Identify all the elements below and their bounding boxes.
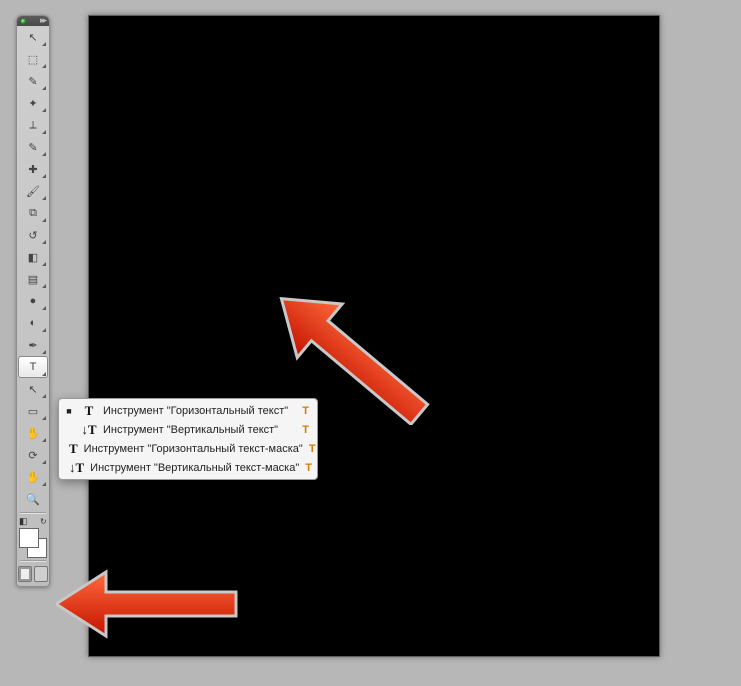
flyout-indicator-icon (42, 460, 46, 464)
history-brush-tool[interactable]: ↺ (18, 224, 48, 246)
flyout-indicator-icon (42, 152, 46, 156)
type-tool-icon: T (69, 441, 78, 457)
pen-tool[interactable]: ✒ (18, 334, 48, 356)
screen-mode (17, 566, 49, 582)
flyout-indicator-icon (42, 196, 46, 200)
flyout-indicator-icon (42, 306, 46, 310)
flyout-item[interactable]: ↓T Инструмент "Вертикальный текст-маска" T (59, 458, 317, 477)
hand-3d-tool[interactable]: ✋ (18, 422, 48, 444)
brush-tool[interactable]: 🖌 (18, 180, 48, 202)
eraser-tool[interactable]: ◧ (18, 246, 48, 268)
flyout-indicator-icon (42, 108, 46, 112)
type-tool[interactable]: T (18, 356, 48, 378)
separator (20, 560, 46, 562)
lasso-tool[interactable]: ✎ (18, 70, 48, 92)
flyout-indicator-icon (42, 64, 46, 68)
crop-tool[interactable]: ⟂ (18, 114, 48, 136)
flyout-item-label: Инструмент "Вертикальный текст-маска" (90, 462, 299, 474)
flyout-indicator-icon (42, 42, 46, 46)
zoom-tool[interactable]: 🔍 (18, 488, 48, 510)
flyout-indicator-icon (42, 174, 46, 178)
hand-tool[interactable]: ✋ (18, 466, 48, 488)
flyout-indicator-icon (42, 262, 46, 266)
flyout-indicator-icon (42, 284, 46, 288)
flyout-indicator-icon (42, 86, 46, 90)
panel-grip[interactable] (17, 16, 49, 26)
fullscreen-mode-button[interactable] (34, 566, 48, 582)
flyout-indicator-icon (42, 350, 46, 354)
flyout-indicator-icon (42, 328, 46, 332)
annotation-arrow-bottom (56, 564, 256, 644)
color-swatches[interactable] (19, 528, 47, 558)
flyout-item-label: Инструмент "Вертикальный текст" (103, 424, 296, 436)
flyout-item[interactable]: T Инструмент "Горизонтальный текст-маска"… (59, 439, 317, 458)
standard-mode-button[interactable] (18, 566, 32, 582)
tools-panel: ↖⬚✎✦⟂✎✚🖌⧉↺◧▤●◐✒T↖▭✋⟳✋🔍 ◧↺ (16, 15, 50, 587)
foreground-swatch[interactable] (19, 528, 39, 548)
annotation-arrow-top (260, 275, 460, 425)
path-selection-tool[interactable]: ↖ (18, 378, 48, 400)
type-tool-icon: T (81, 403, 97, 419)
flyout-indicator-icon (42, 482, 46, 486)
flyout-indicator-icon (42, 218, 46, 222)
swatch-controls[interactable]: ◧↺ (19, 516, 47, 526)
flyout-indicator-icon (42, 240, 46, 244)
move-tool[interactable]: ↖ (18, 26, 48, 48)
marquee-tool[interactable]: ⬚ (18, 48, 48, 70)
active-indicator-icon: ■ (63, 406, 75, 416)
eyedropper-tool[interactable]: ✎ (18, 136, 48, 158)
flyout-indicator-icon (42, 394, 46, 398)
camera-3d-tool[interactable]: ⟳ (18, 444, 48, 466)
flyout-item-shortcut: T (309, 443, 316, 455)
blur-tool[interactable]: ● (18, 290, 48, 312)
flyout-indicator-icon (42, 416, 46, 420)
type-tool-icon: ↓T (81, 422, 97, 438)
flyout-item-shortcut: T (305, 462, 312, 474)
dodge-tool[interactable]: ◐ (18, 312, 48, 334)
magic-wand-tool[interactable]: ✦ (18, 92, 48, 114)
flyout-item-label: Инструмент "Горизонтальный текст-маска" (84, 443, 303, 455)
separator (20, 512, 46, 514)
gradient-tool[interactable]: ▤ (18, 268, 48, 290)
shape-tool[interactable]: ▭ (18, 400, 48, 422)
flyout-indicator-icon (42, 438, 46, 442)
flyout-item-shortcut: T (302, 424, 309, 436)
type-tool-icon: ↓T (69, 460, 84, 476)
flyout-indicator-icon (42, 372, 46, 376)
clone-stamp-tool[interactable]: ⧉ (18, 202, 48, 224)
flyout-indicator-icon (42, 130, 46, 134)
healing-brush-tool[interactable]: ✚ (18, 158, 48, 180)
